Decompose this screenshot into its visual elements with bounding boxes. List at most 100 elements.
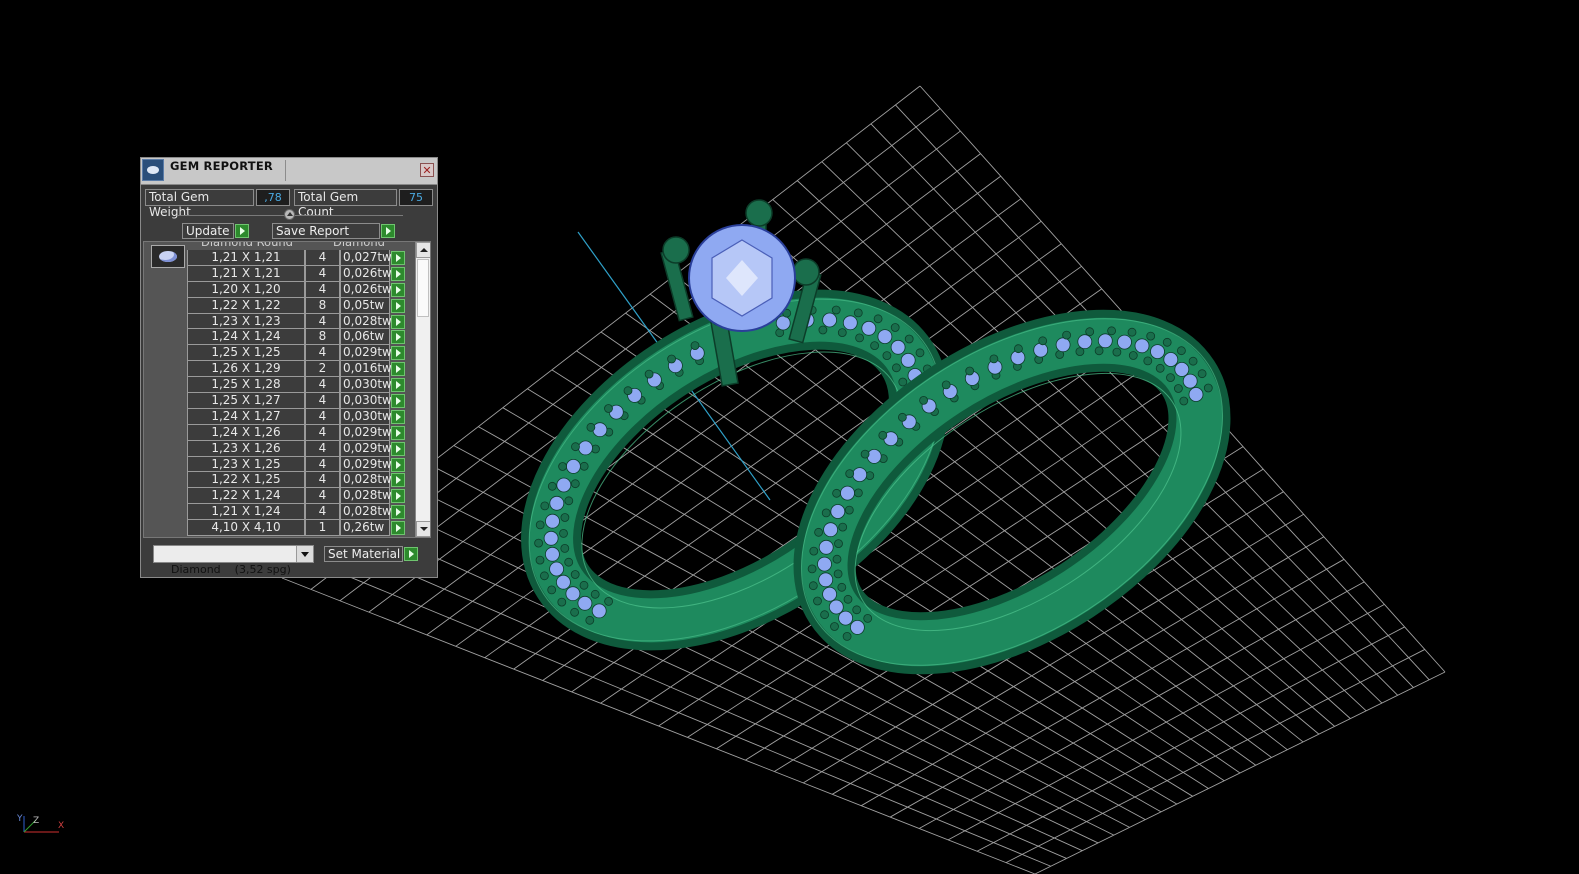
- close-icon[interactable]: ✕: [420, 163, 434, 177]
- pave-stone: [535, 555, 545, 565]
- pave-stone: [820, 610, 829, 620]
- gem-size-cell: 4,10 X 4,10: [187, 520, 305, 537]
- pave-stone: [861, 320, 877, 336]
- play-icon[interactable]: [391, 425, 405, 440]
- scroll-up-icon[interactable]: [416, 242, 430, 258]
- table-row[interactable]: 1,23 X 1,25 4 0,029tw: [187, 456, 406, 473]
- play-icon[interactable]: [391, 314, 405, 329]
- row-action-cell: [390, 250, 405, 266]
- pave-stone: [1188, 356, 1198, 366]
- gem-size-cell: 1,24 X 1,26: [187, 424, 305, 441]
- table-row[interactable]: 1,23 X 1,26 4 0,029tw: [187, 440, 406, 457]
- row-action-cell: [390, 361, 405, 377]
- update-button[interactable]: Update: [182, 223, 249, 239]
- play-icon[interactable]: [391, 489, 405, 504]
- gem-size-cell: 1,25 X 1,27: [187, 393, 305, 409]
- panel-titlebar[interactable]: GEM REPORTER ✕: [141, 158, 437, 185]
- play-icon[interactable]: [391, 346, 405, 361]
- gem-size-cell: 1,26 X 1,29: [187, 361, 305, 378]
- table-row[interactable]: 1,25 X 1,27 4 0,030tw: [187, 393, 406, 409]
- splitter-toggle-icon[interactable]: [284, 209, 295, 220]
- gem-count-cell: 4: [305, 250, 340, 266]
- table-row[interactable]: 4,10 X 4,10 1 0,26tw: [187, 520, 406, 537]
- pave-stone: [842, 315, 858, 331]
- gem-count-cell: 4: [305, 504, 340, 521]
- set-material-button[interactable]: Set Material: [324, 546, 418, 562]
- play-icon[interactable]: [391, 521, 405, 536]
- table-row[interactable]: 1,25 X 1,28 4 0,030tw: [187, 377, 406, 394]
- gem-weight-cell: 0,029tw: [340, 424, 392, 441]
- play-icon[interactable]: [391, 251, 405, 265]
- pave-stone: [1062, 330, 1071, 340]
- save-report-button[interactable]: Save Report: [272, 223, 395, 239]
- pave-stone: [1038, 336, 1048, 346]
- pave-stone: [1128, 351, 1138, 360]
- material-select[interactable]: Diamond (3,52 spg): [153, 545, 314, 576]
- play-icon[interactable]: [391, 505, 405, 520]
- pave-stone: [540, 501, 550, 511]
- pave-stone: [1107, 326, 1116, 336]
- table-row[interactable]: 1,22 X 1,25 4 0,028tw: [187, 472, 406, 489]
- gem-thumbnail-icon[interactable]: [151, 245, 185, 268]
- gem-weight-cell: 0,026tw: [340, 281, 392, 298]
- play-icon[interactable]: [391, 266, 405, 281]
- scroll-down-icon[interactable]: [416, 521, 430, 537]
- table-row[interactable]: 1,21 X 1,21 4 0,027tw: [187, 250, 406, 266]
- table-row[interactable]: 1,24 X 1,24 8 0,06tw: [187, 329, 406, 346]
- table-row[interactable]: 1,20 X 1,20 4 0,026tw: [187, 281, 406, 298]
- play-icon[interactable]: [391, 298, 405, 313]
- table-row[interactable]: 1,25 X 1,25 4 0,029tw: [187, 345, 406, 362]
- pave-stone: [1077, 334, 1093, 350]
- play-icon[interactable]: [404, 547, 418, 561]
- table-row[interactable]: 1,23 X 1,23 4 0,028tw: [187, 313, 406, 330]
- play-icon[interactable]: [391, 409, 405, 424]
- pave-stone: [690, 341, 700, 351]
- gem-count-cell: 4: [305, 424, 340, 441]
- scroll-thumb[interactable]: [417, 259, 429, 317]
- play-icon[interactable]: [391, 473, 405, 488]
- table-row[interactable]: 1,22 X 1,22 8 0,05tw: [187, 297, 406, 314]
- play-icon[interactable]: [235, 224, 249, 238]
- table-row[interactable]: 1,24 X 1,27 4 0,030tw: [187, 408, 406, 425]
- gem-list-scrollbar[interactable]: [415, 242, 430, 537]
- row-action-cell: [390, 488, 405, 504]
- play-icon[interactable]: [391, 441, 405, 456]
- pave-stone: [834, 539, 843, 548]
- play-icon[interactable]: [391, 378, 405, 393]
- row-action-cell: [390, 282, 405, 298]
- pave-stone: [833, 569, 843, 579]
- table-row[interactable]: 1,21 X 1,21 4 0,026tw: [187, 265, 406, 282]
- pave-stone: [1127, 327, 1137, 337]
- gem-weight-cell: 0,028tw: [340, 313, 392, 330]
- pave-stone: [838, 610, 853, 626]
- play-icon[interactable]: [391, 330, 405, 345]
- pave-stone: [1143, 356, 1153, 366]
- pave-stone: [828, 599, 844, 615]
- play-icon[interactable]: [381, 224, 395, 238]
- gem-weight-cell: 0,028tw: [340, 488, 392, 505]
- play-icon[interactable]: [391, 457, 405, 472]
- pave-stone: [1179, 396, 1189, 406]
- table-row[interactable]: 1,24 X 1,26 4 0,029tw: [187, 424, 406, 441]
- pave-stone: [1155, 363, 1165, 373]
- play-icon[interactable]: [391, 282, 405, 297]
- play-icon[interactable]: [391, 394, 405, 409]
- pave-stone: [989, 354, 999, 364]
- gem-weight-cell: 0,029tw: [340, 456, 392, 473]
- table-row[interactable]: 1,22 X 1,24 4 0,028tw: [187, 488, 406, 505]
- pave-stone: [965, 366, 975, 376]
- pave-stone: [540, 571, 549, 581]
- table-row[interactable]: 1,26 X 1,29 2 0,016tw: [187, 361, 406, 378]
- pave-stone: [837, 328, 847, 338]
- pave-stone: [873, 314, 883, 324]
- pave-stone: [866, 448, 882, 464]
- gem-size-cell: 1,22 X 1,24: [187, 488, 305, 505]
- pave-stone: [852, 605, 862, 615]
- dropdown-arrow-icon[interactable]: [296, 546, 313, 562]
- play-icon[interactable]: [391, 362, 405, 377]
- pave-stone: [570, 570, 580, 579]
- table-row[interactable]: 1,21 X 1,24 4 0,028tw: [187, 504, 406, 521]
- gem-weight-cell: 0,029tw: [340, 440, 392, 457]
- pave-stone: [604, 597, 613, 606]
- pave-stone: [1197, 369, 1207, 379]
